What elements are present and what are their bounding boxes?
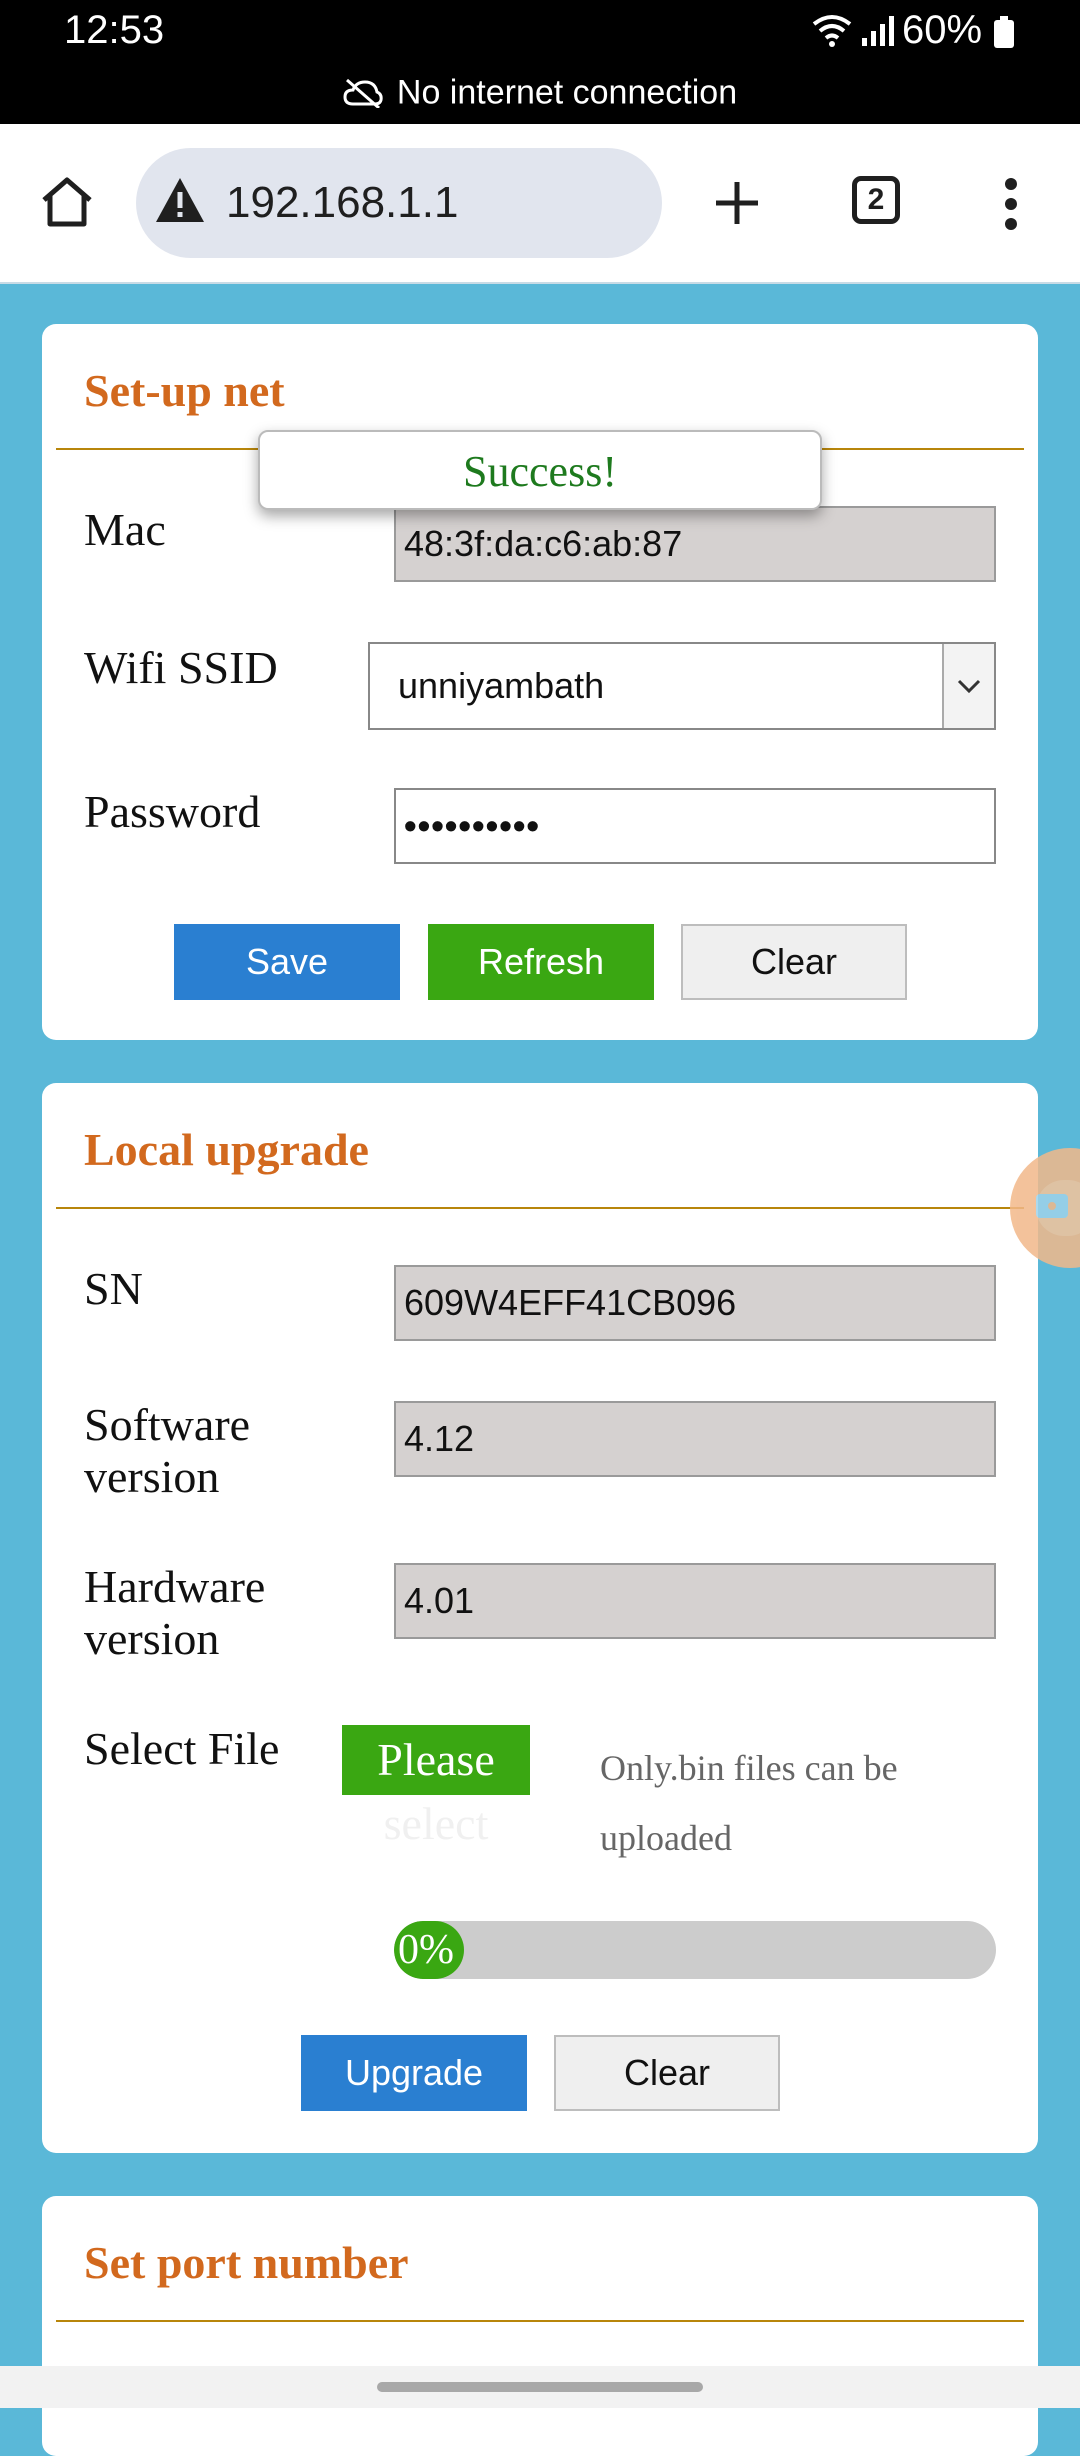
- software-version-label-line2: version: [84, 1451, 220, 1502]
- wifi-ssid-label: Wifi SSID: [84, 642, 278, 693]
- address-bar[interactable]: 192.168.1.1: [136, 148, 662, 258]
- signal-icon: [862, 16, 894, 46]
- network-notice-text: No internet connection: [396, 73, 738, 112]
- chevron-down-icon: [957, 679, 981, 694]
- gesture-handle[interactable]: [377, 2382, 703, 2392]
- password-input[interactable]: ••••••••••: [394, 788, 996, 864]
- setup-net-title: Set-up net: [84, 365, 285, 416]
- url-text[interactable]: 192.168.1.1: [226, 178, 458, 228]
- refresh-button[interactable]: Refresh: [428, 924, 654, 1000]
- set-port-card: Set port number: [42, 2196, 1038, 2456]
- sn-label: SN: [84, 1263, 143, 1314]
- upgrade-clear-button[interactable]: Clear: [554, 2035, 780, 2111]
- file-type-hint: Only.bin files can be uploaded: [600, 1733, 898, 1873]
- software-version-field: 4.12: [394, 1401, 996, 1477]
- toolbar-divider: [0, 282, 1080, 284]
- sn-field: 609W4EFF41CB096: [394, 1265, 996, 1341]
- navigation-bar: [0, 2366, 1080, 2408]
- home-icon[interactable]: [40, 176, 94, 228]
- chat-icon: [1036, 1194, 1068, 1218]
- clear-button[interactable]: Clear: [681, 924, 907, 1000]
- battery-icon: [994, 16, 1014, 48]
- more-menu-icon[interactable]: [1003, 178, 1019, 230]
- set-port-title: Set port number: [84, 2237, 409, 2288]
- cloud-off-icon: [343, 78, 383, 110]
- clock: 12:53: [64, 8, 165, 52]
- upgrade-button[interactable]: Upgrade: [301, 2035, 527, 2111]
- wifi-ssid-value: unniyambath: [398, 665, 605, 706]
- hardware-version-label-line2: version: [84, 1613, 220, 1664]
- save-button[interactable]: Save: [174, 924, 400, 1000]
- network-notice: No internet connection: [0, 72, 1080, 113]
- tab-switcher-icon[interactable]: 2: [852, 176, 900, 224]
- password-label: Password: [84, 786, 261, 837]
- select-file-button-overflow: select: [383, 1798, 489, 1849]
- software-version-label-line1: Software: [84, 1399, 251, 1450]
- file-type-hint-line1: Only.bin files can be: [600, 1748, 898, 1788]
- upload-progress-bar: 0%: [394, 1921, 996, 1979]
- wifi-ssid-select[interactable]: unniyambath: [368, 642, 996, 730]
- hardware-version-label-line1: Hardware: [84, 1561, 266, 1612]
- status-bar: 12:53 60% No internet connection: [0, 0, 1080, 124]
- success-toast: Success!: [258, 430, 822, 510]
- local-upgrade-title: Local upgrade: [84, 1124, 369, 1175]
- upload-progress-text: 0%: [398, 1927, 454, 1973]
- new-tab-icon[interactable]: [714, 180, 760, 226]
- select-file-button[interactable]: Please: [342, 1725, 530, 1795]
- file-type-hint-line2: uploaded: [600, 1818, 732, 1858]
- software-version-label: Software version: [84, 1399, 250, 1503]
- hardware-version-field: 4.01: [394, 1563, 996, 1639]
- mac-label: Mac: [84, 504, 166, 555]
- dropdown-toggle[interactable]: [942, 644, 994, 728]
- local-upgrade-card: Local upgrade SN 609W4EFF41CB096 Softwar…: [42, 1083, 1038, 2153]
- warning-icon[interactable]: [154, 176, 206, 224]
- select-file-label: Select File: [84, 1723, 280, 1774]
- mac-field: 48:3f:da:c6:ab:87: [394, 506, 996, 582]
- hardware-version-label: Hardware version: [84, 1561, 265, 1665]
- divider: [56, 1207, 1024, 1209]
- battery-level: 60%: [902, 8, 983, 52]
- divider: [56, 2320, 1024, 2322]
- wifi-icon: [812, 15, 852, 47]
